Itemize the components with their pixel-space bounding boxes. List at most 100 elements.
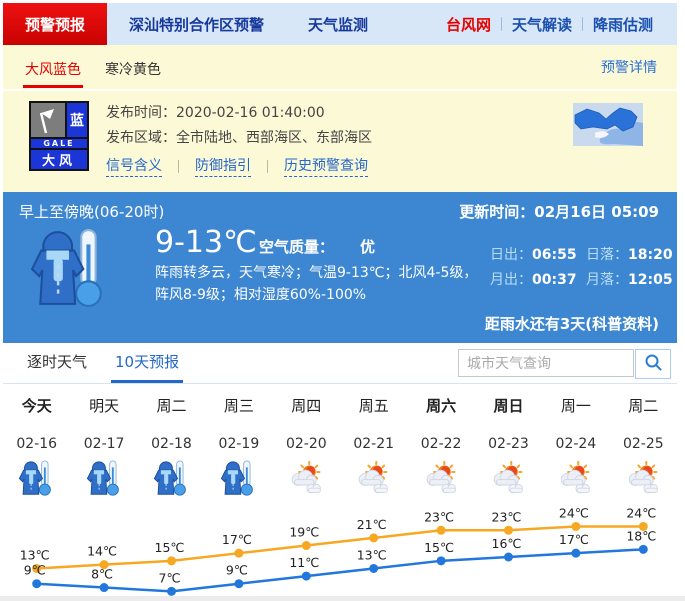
horizontal-scrollbar[interactable] [0,596,685,601]
temp-point[interactable] [302,541,311,550]
search-icon [644,353,662,375]
air-quality-value: 优 [360,238,375,256]
day-date: 02-19 [205,436,272,452]
day-label[interactable]: 周二 [138,395,205,416]
temp-point[interactable] [639,545,648,554]
day-date: 02-21 [340,436,407,452]
cold-icon [18,460,55,501]
temp-point[interactable] [167,587,176,596]
day-label[interactable]: 周二 [610,395,677,416]
day-label[interactable]: 周五 [340,395,407,416]
temp-point[interactable] [369,564,378,573]
temp-label: 7℃ [159,570,181,585]
day-label[interactable]: 周日 [475,395,542,416]
temp-point[interactable] [504,526,513,535]
warning-tabs: 大风蓝色 寒冷黄色 预警详情 [3,45,677,91]
link-signal-meaning[interactable]: 信号含义 [106,155,162,177]
tab-warning-forecast[interactable]: 预警预报 [3,3,107,45]
link-warning-history[interactable]: 历史预警查询 [284,155,368,177]
sun-cloud-icon [557,460,594,501]
temp-label: 21℃ [357,517,387,532]
temp-point[interactable] [167,556,176,565]
cold-icon [153,460,190,501]
nav-links: 台风网 天气解读 降雨估测 [436,3,677,45]
temp-point[interactable] [234,579,243,588]
day-label[interactable]: 周四 [273,395,340,416]
tab-shenshan-warning[interactable]: 深汕特别合作区预警 [107,3,286,45]
temp-point[interactable] [234,549,243,558]
sign-level-text: 蓝 [67,103,87,137]
sun-cloud-icon [625,460,662,501]
temp-point[interactable] [571,549,580,558]
moonset-value: 12:05 [628,272,673,288]
temp-point[interactable] [437,556,446,565]
tab-ten-day-forecast[interactable]: 10天预报 [111,351,183,383]
temp-line-low [37,549,644,591]
flag-icon [31,103,65,137]
link-typhoon-net[interactable]: 台风网 [436,14,501,35]
temp-label: 15℃ [155,540,185,555]
cold-icon [86,460,123,501]
warning-area-map[interactable] [573,103,643,146]
forecast-period: 早上至傍晚(06-20时) [19,201,164,222]
city-search-input[interactable] [458,349,634,377]
link-defense-guide[interactable]: 防御指引 [195,155,251,177]
update-time-value: 02月16日 05:09 [534,203,659,221]
cold-weather-icon [29,228,111,314]
day-labels-row: 今天明天周二周三周四周五周六周日周一周二 [3,395,677,416]
moonset: 月落：12:05 [586,269,682,289]
sun-moon-times: 日出：06:55 日落：18:20 月出：00:37 月落：12:05 [490,244,682,289]
sunset-value: 18:20 [628,247,673,263]
warning-detail-link[interactable]: 预警详情 [601,57,657,77]
temperature-chart: 13℃14℃15℃17℃19℃21℃23℃23℃24℃24℃9℃8℃7℃9℃11… [3,503,677,601]
day-dates-row: 02-1602-1702-1802-1902-2002-2102-2202-23… [3,427,677,452]
temp-point[interactable] [369,533,378,542]
day-label[interactable]: 周一 [542,395,609,416]
day-label[interactable]: 明天 [70,395,137,416]
link-weather-interpretation[interactable]: 天气解读 [502,14,582,35]
temp-point[interactable] [571,522,580,531]
sunrise-label: 日出： [490,247,532,263]
day-label[interactable]: 周六 [407,395,474,416]
day-date: 02-18 [138,436,205,452]
rain-solar-term-countdown[interactable]: 距雨水还有3天(科普资料) [485,313,659,334]
sunrise-value: 06:55 [532,247,577,263]
warning-tab-gale-blue[interactable]: 大风蓝色 [23,47,83,88]
sunset-label: 日落： [586,247,628,263]
link-rain-estimate[interactable]: 降雨估测 [583,14,663,35]
top-nav: 预警预报 深汕特别合作区预警 天气监测 台风网 天气解读 降雨估测 [3,3,677,45]
weather-description: 阵雨转多云，天气寒冷；气温9-13℃；北风4-5级，阵风8-9级；相对湿度60%… [155,262,485,306]
temp-point[interactable] [437,526,446,535]
day-label[interactable]: 周三 [205,395,272,416]
air-quality: 空气质量： 优 [259,236,375,257]
forecast-tab-bar: 逐时天气 10天预报 [3,343,677,384]
temp-label: 14℃ [87,544,117,559]
search-button[interactable] [635,349,671,379]
temp-label: 24℃ [626,505,656,520]
sign-name-text: 大风 [31,150,87,169]
day-icons-row [3,460,677,501]
issue-area-label: 发布区域： [106,130,176,146]
issue-area-row: 发布区域：全市陆地、西部海区、东部海区 [106,126,372,151]
sunset: 日落：18:20 [586,244,682,264]
temp-point[interactable] [302,572,311,581]
air-quality-label: 空气质量： [259,238,334,256]
temp-point[interactable] [32,579,41,588]
temp-label: 13℃ [20,547,50,562]
tab-weather-monitor[interactable]: 天气监测 [286,3,390,45]
temp-point[interactable] [504,553,513,562]
temp-label: 13℃ [357,547,387,562]
temp-label: 19℃ [289,525,319,540]
warning-body: 蓝 GALE 大风 发布时间：2020-02-16 01:40:00 发布区域：… [3,91,677,192]
temp-label: 23℃ [424,509,454,524]
moonrise: 月出：00:37 [490,269,586,289]
issue-time-value: 2020-02-16 01:40:00 [176,105,325,121]
warning-tab-cold-yellow[interactable]: 寒冷黄色 [103,47,163,88]
tab-hourly-weather[interactable]: 逐时天气 [23,351,91,383]
temp-point[interactable] [100,583,109,592]
gale-blue-warning-sign: 蓝 GALE 大风 [29,101,89,171]
update-time: 更新时间：02月16日 05:09 [459,201,659,222]
city-search [458,349,671,379]
warning-info: 发布时间：2020-02-16 01:40:00 发布区域：全市陆地、西部海区、… [106,101,372,151]
day-label[interactable]: 今天 [3,395,70,416]
